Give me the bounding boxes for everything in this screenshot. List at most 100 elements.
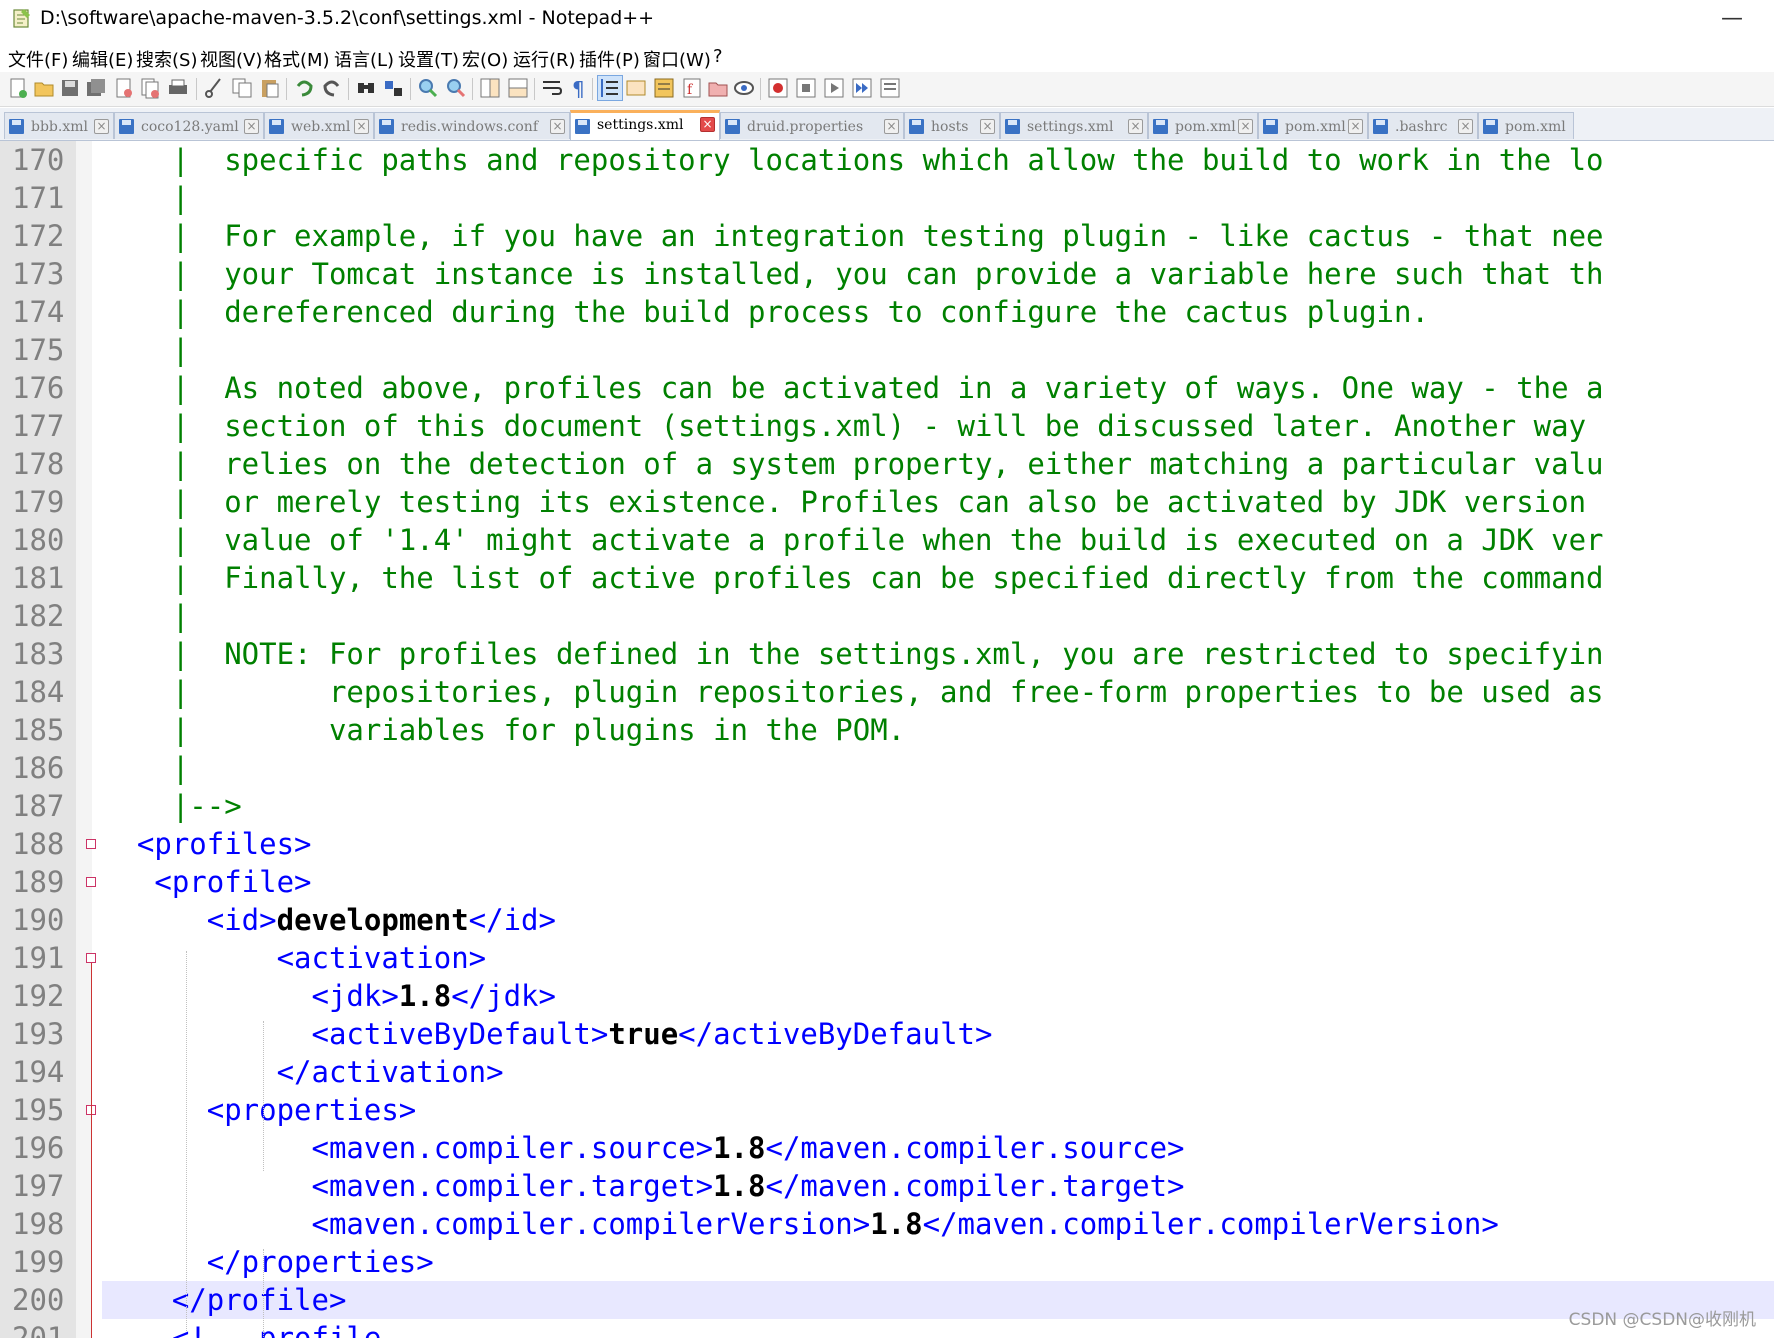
folder-workspace-icon[interactable]	[706, 76, 730, 100]
tab-pom-xml-3[interactable]: pom.xml	[1478, 112, 1574, 139]
paste-icon[interactable]	[258, 76, 282, 100]
code-line[interactable]: 199 </properties>	[0, 1243, 1774, 1281]
new-file-icon[interactable]	[6, 76, 30, 100]
tab-web-xml[interactable]: web.xml ×	[264, 112, 374, 139]
code-line[interactable]: 193 <activeByDefault>true</activeByDefau…	[0, 1015, 1774, 1053]
close-all-icon[interactable]	[138, 76, 162, 100]
undo-icon[interactable]	[292, 76, 316, 100]
zoom-out-icon[interactable]	[444, 76, 468, 100]
menu-settings[interactable]: 设置(T)	[398, 46, 459, 72]
tab-bbb-xml[interactable]: bbb.xml ×	[4, 112, 114, 139]
code-line[interactable]: 171 |	[0, 179, 1774, 217]
tab-close-icon[interactable]: ×	[980, 119, 995, 134]
replace-icon[interactable]	[382, 76, 406, 100]
code-line[interactable]: 173 | your Tomcat instance is installed,…	[0, 255, 1774, 293]
indent-guide-icon[interactable]	[597, 75, 623, 101]
save-macro-icon[interactable]	[878, 76, 902, 100]
tab-close-icon[interactable]: ×	[1238, 119, 1253, 134]
open-file-icon[interactable]	[32, 76, 56, 100]
run-macro-multiple-icon[interactable]	[850, 76, 874, 100]
code-line[interactable]: 172 | For example, if you have an integr…	[0, 217, 1774, 255]
fold-toggle-icon[interactable]	[86, 953, 96, 963]
code-editor[interactable]: 170 | specific paths and repository loca…	[0, 141, 1774, 1338]
cut-icon[interactable]	[202, 76, 226, 100]
tab-druid-properties[interactable]: druid.properties ×	[720, 112, 904, 139]
tab-close-icon[interactable]: ×	[1458, 119, 1473, 134]
menu-macro[interactable]: 宏(O)	[462, 46, 508, 72]
tab-close-icon[interactable]: ×	[244, 119, 259, 134]
sync-horizontal-icon[interactable]	[506, 76, 530, 100]
tab-close-icon[interactable]: ×	[550, 119, 565, 134]
play-macro-icon[interactable]	[822, 76, 846, 100]
sync-vertical-icon[interactable]	[478, 76, 502, 100]
code-line[interactable]: 182 |	[0, 597, 1774, 635]
save-icon[interactable]	[58, 76, 82, 100]
tab-hosts[interactable]: hosts ×	[904, 112, 1000, 139]
code-line[interactable]: 174 | dereferenced during the build proc…	[0, 293, 1774, 331]
code-line[interactable]: 178 | relies on the detection of a syste…	[0, 445, 1774, 483]
code-line[interactable]: 186 |	[0, 749, 1774, 787]
code-line[interactable]: 183 | NOTE: For profiles defined in the …	[0, 635, 1774, 673]
tab-close-icon[interactable]: ×	[1128, 119, 1143, 134]
code-line[interactable]: 190 <id>development</id>	[0, 901, 1774, 939]
function-list-icon[interactable]: f	[680, 76, 704, 100]
menu-search[interactable]: 搜索(S)	[136, 46, 197, 72]
code-line[interactable]: 196 <maven.compiler.source>1.8</maven.co…	[0, 1129, 1774, 1167]
tab-redis-windows-conf[interactable]: redis.windows.conf ×	[374, 112, 570, 139]
code-line[interactable]: 180 | value of '1.4' might activate a pr…	[0, 521, 1774, 559]
tab-close-icon[interactable]: ×	[700, 117, 715, 132]
tab-close-icon[interactable]: ×	[94, 119, 109, 134]
menu-window[interactable]: 窗口(W)	[643, 46, 711, 72]
code-line[interactable]: 179 | or merely testing its existence. P…	[0, 483, 1774, 521]
menu-edit[interactable]: 编辑(E)	[72, 46, 133, 72]
tab-bashrc[interactable]: .bashrc ×	[1368, 112, 1478, 139]
monitoring-icon[interactable]	[732, 76, 756, 100]
tab-close-icon[interactable]: ×	[884, 119, 899, 134]
code-line[interactable]: 200 </profile>	[0, 1281, 1774, 1319]
code-line[interactable]: 189 <profile>	[0, 863, 1774, 901]
fold-toggle-icon[interactable]	[86, 839, 96, 849]
tab-coco128-yaml[interactable]: coco128.yaml ×	[114, 112, 264, 139]
code-line[interactable]: 188 <profiles>	[0, 825, 1774, 863]
menu-view[interactable]: 视图(V)	[200, 46, 262, 72]
code-line[interactable]: 197 <maven.compiler.target>1.8</maven.co…	[0, 1167, 1774, 1205]
tab-close-icon[interactable]: ×	[354, 119, 369, 134]
record-macro-icon[interactable]	[766, 76, 790, 100]
code-line[interactable]: 177 | section of this document (settings…	[0, 407, 1774, 445]
code-line[interactable]: 192 <jdk>1.8</jdk>	[0, 977, 1774, 1015]
menu-file[interactable]: 文件(F)	[8, 46, 68, 72]
udl-icon[interactable]	[624, 76, 648, 100]
menu-format[interactable]: 格式(M)	[264, 46, 330, 72]
tab-settings-xml-active[interactable]: settings.xml ×	[570, 110, 720, 140]
code-line[interactable]: 176 | As noted above, profiles can be ac…	[0, 369, 1774, 407]
code-line[interactable]: 194 </activation>	[0, 1053, 1774, 1091]
menu-plugins[interactable]: 插件(P)	[579, 46, 640, 72]
stop-record-icon[interactable]	[794, 76, 818, 100]
code-line[interactable]: 175 |	[0, 331, 1774, 369]
tab-pom-xml-1[interactable]: pom.xml ×	[1148, 112, 1258, 139]
find-icon[interactable]	[354, 76, 378, 100]
code-line[interactable]: 187 |-->	[0, 787, 1774, 825]
zoom-in-icon[interactable]	[416, 76, 440, 100]
code-line[interactable]: 191 <activation>	[0, 939, 1774, 977]
minimize-button[interactable]: —	[1712, 0, 1752, 38]
code-line[interactable]: 198 <maven.compiler.compilerVersion>1.8<…	[0, 1205, 1774, 1243]
print-icon[interactable]	[166, 76, 190, 100]
tab-settings-xml-2[interactable]: settings.xml ×	[1000, 112, 1148, 139]
word-wrap-icon[interactable]	[540, 76, 564, 100]
menu-language[interactable]: 语言(L)	[334, 46, 394, 72]
code-line[interactable]: 170 | specific paths and repository loca…	[0, 141, 1774, 179]
code-line[interactable]: 185 | variables for plugins in the POM.	[0, 711, 1774, 749]
show-all-chars-icon[interactable]: ¶	[566, 76, 590, 100]
code-line[interactable]: 184 | repositories, plugin repositories,…	[0, 673, 1774, 711]
menu-help[interactable]: ?	[713, 46, 723, 67]
close-icon[interactable]	[112, 76, 136, 100]
copy-icon[interactable]	[230, 76, 254, 100]
save-all-icon[interactable]	[84, 76, 108, 100]
code-line[interactable]: 195 <properties>	[0, 1091, 1774, 1129]
redo-icon[interactable]	[320, 76, 344, 100]
tab-pom-xml-2[interactable]: pom.xml ×	[1258, 112, 1368, 139]
tab-close-icon[interactable]: ×	[1348, 119, 1363, 134]
doc-map-icon[interactable]	[652, 76, 676, 100]
code-line[interactable]: 181 | Finally, the list of active profil…	[0, 559, 1774, 597]
